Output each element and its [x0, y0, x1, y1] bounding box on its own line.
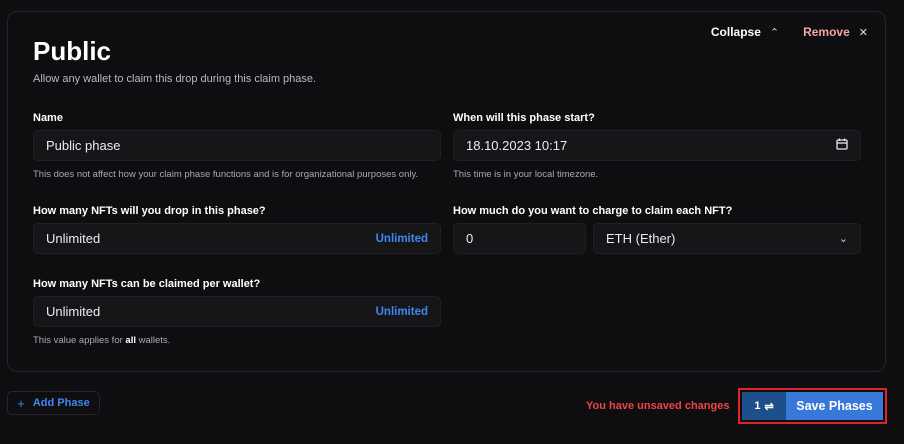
name-label: Name	[33, 112, 63, 124]
collapse-label: Collapse	[710, 25, 761, 39]
per-wallet-help: This value applies for all wallets.	[33, 335, 170, 346]
calendar-icon[interactable]	[836, 138, 848, 153]
price-input[interactable]: 0	[453, 223, 586, 254]
card-actions: Collapse ⌃ Remove ✕	[711, 25, 868, 39]
start-help: This time is in your local timezone.	[453, 169, 599, 180]
unsaved-changes-text: You have unsaved changes	[586, 400, 730, 412]
add-phase-label: Add Phase	[32, 397, 90, 409]
per-wallet-label: How many NFTs can be claimed per wallet?	[33, 278, 261, 290]
close-icon: ✕	[858, 26, 868, 39]
collapse-button[interactable]: Collapse ⌃	[711, 25, 779, 39]
chevron-up-icon: ⌃	[769, 26, 780, 39]
per-wallet-help-suffix: wallets.	[135, 335, 171, 346]
per-wallet-help-bold: all	[125, 335, 136, 346]
claim-phase-card: Collapse ⌃ Remove ✕ Public Allow any wal…	[7, 11, 886, 372]
arrows-swap-icon: ⇌	[764, 400, 774, 413]
price-value: 0	[466, 231, 474, 246]
per-wallet-unlimited-toggle[interactable]: Unlimited	[376, 306, 428, 318]
plus-icon: +	[17, 395, 25, 411]
start-label: When will this phase start?	[453, 112, 595, 124]
start-value: 18.10.2023 10:17	[466, 138, 568, 153]
name-help: This does not affect how your claim phas…	[33, 169, 419, 180]
per-wallet-help-prefix: This value applies for	[33, 335, 126, 346]
currency-value: ETH (Ether)	[606, 231, 676, 246]
remove-button[interactable]: Remove ✕	[803, 25, 868, 39]
save-phases-group: 1 ⇌ Save Phases	[738, 388, 887, 424]
phase-subtitle: Allow any wallet to claim this drop duri…	[33, 73, 317, 85]
currency-select[interactable]: ETH (Ether) ⌄	[593, 223, 861, 254]
drop-amount-input[interactable]: Unlimited Unlimited	[33, 223, 441, 254]
price-label: How much do you want to charge to claim …	[453, 205, 733, 217]
save-phases-button[interactable]: Save Phases	[786, 392, 883, 420]
add-phase-button[interactable]: + Add Phase	[7, 391, 100, 415]
name-input[interactable]: Public phase	[33, 130, 441, 161]
phase-title: Public	[33, 36, 112, 66]
changes-count-button[interactable]: 1 ⇌	[742, 392, 786, 420]
drop-amount-unlimited-toggle[interactable]: Unlimited	[376, 233, 428, 245]
start-datetime-input[interactable]: 18.10.2023 10:17	[453, 130, 861, 161]
remove-label: Remove	[803, 25, 850, 39]
drop-amount-label: How many NFTs will you drop in this phas…	[33, 205, 266, 217]
per-wallet-value: Unlimited	[46, 304, 101, 319]
per-wallet-input[interactable]: Unlimited Unlimited	[33, 296, 441, 327]
name-value: Public phase	[46, 138, 121, 153]
chevron-down-icon: ⌄	[838, 233, 848, 245]
changes-count: 1	[754, 400, 761, 412]
drop-amount-value: Unlimited	[46, 231, 101, 246]
